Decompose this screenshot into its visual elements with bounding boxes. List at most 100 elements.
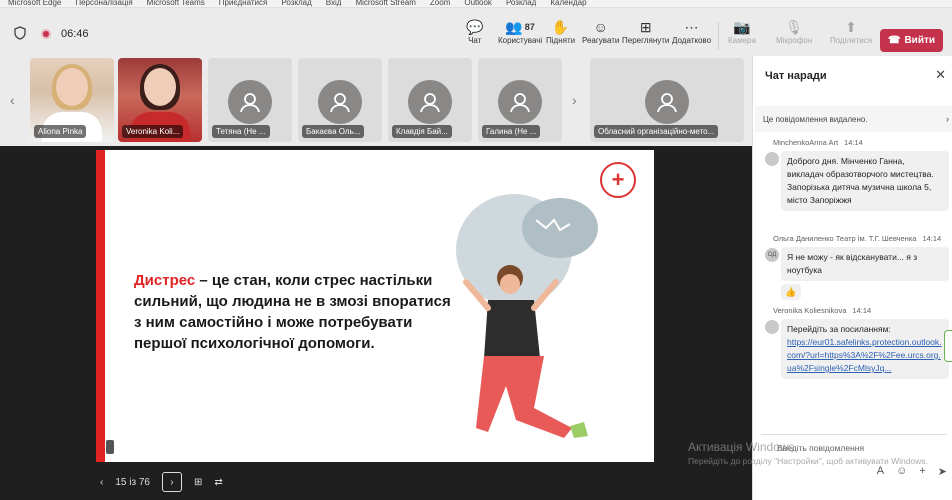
scroll-right-icon[interactable]: › bbox=[572, 92, 577, 108]
view-button[interactable]: ⊞ Переглянути bbox=[622, 18, 670, 46]
chevron-right-icon: › bbox=[170, 476, 174, 488]
more-button[interactable]: ⋯ Додатково bbox=[672, 18, 712, 46]
bookmark-item[interactable]: Календар bbox=[550, 0, 586, 7]
windows-activation-watermark: Активація Windows Перейдіть до розділу "… bbox=[688, 440, 928, 468]
participant-name: Veronika Koli... bbox=[122, 125, 184, 138]
bookmark-item[interactable]: Персоналізація bbox=[75, 0, 132, 7]
participant-tile[interactable]: Veronika Koli... bbox=[118, 58, 202, 142]
participant-tile[interactable]: Обласний організаційно-мето... bbox=[590, 58, 744, 142]
mic-button[interactable]: 🎙 Мікрофон bbox=[776, 18, 812, 46]
bookmark-item[interactable]: Microsoft Teams bbox=[147, 0, 205, 7]
participant-name: Тетяна (Не ... bbox=[212, 125, 270, 138]
message-author: Ольга Даниленко Театр ім. Т.Г. Шевченка bbox=[773, 234, 917, 243]
view-label: Переглянути bbox=[622, 36, 670, 45]
deleted-message-notice[interactable]: Це повідомлення видалено. › bbox=[755, 106, 952, 132]
participant-tile[interactable]: Галина (Не ... bbox=[478, 58, 562, 142]
message-author: MinchenkoAnna Art bbox=[773, 138, 839, 147]
chat-label: Чат bbox=[468, 36, 482, 45]
participant-name: Галина (Не ... bbox=[482, 125, 541, 138]
avatar bbox=[765, 152, 779, 166]
camera-button[interactable]: 📷 Камера bbox=[728, 18, 756, 46]
slide-accent-bar bbox=[96, 150, 105, 462]
people-label: Користувачі bbox=[498, 36, 543, 45]
participant-tile[interactable]: Бакаєва Оль... bbox=[298, 58, 382, 142]
bookmark-item[interactable]: Outlook bbox=[464, 0, 492, 7]
bookmark-item[interactable]: Приєднатися bbox=[219, 0, 268, 7]
bookmark-item[interactable]: Вхід bbox=[326, 0, 342, 7]
camera-label: Камера bbox=[728, 36, 756, 45]
message-time: 14:14 bbox=[844, 138, 863, 147]
chat-message: Ольга Даниленко Театр ім. Т.Г. Шевченка 1… bbox=[763, 234, 949, 300]
bookmark-item[interactable]: Microsoft Stream bbox=[355, 0, 415, 7]
react-button[interactable]: ☺ Реагувати bbox=[582, 18, 619, 45]
bookmark-item[interactable]: Microsoft Edge bbox=[8, 0, 61, 7]
participant-name: Aliona Pinka bbox=[34, 125, 87, 138]
share-button[interactable]: ⬆ Поділитися bbox=[830, 18, 873, 46]
bookmarks-bar: Microsoft Edge Персоналізація Microsoft Te… bbox=[0, 0, 952, 8]
participant-count: 87 bbox=[524, 22, 535, 32]
bookmark-item[interactable]: Zoom bbox=[430, 0, 450, 7]
close-icon[interactable]: ✕ bbox=[935, 67, 946, 83]
raise-hand-label: Підняти bbox=[546, 36, 576, 45]
bookmark-item[interactable]: Розклад bbox=[281, 0, 311, 7]
sync-icon[interactable]: ⇄ bbox=[214, 477, 222, 488]
scroll-left-icon[interactable]: ‹ bbox=[10, 92, 15, 108]
message-link[interactable]: https://eur01.safelinks.protection.outlo… bbox=[787, 336, 943, 375]
previous-slide-icon[interactable]: ‹ bbox=[100, 477, 103, 488]
message-body: Я не можу - як відсканувати... я з ноутб… bbox=[781, 247, 949, 281]
chat-message: MinchenkoAnna Art 14:14 Доброго дня. Мінч… bbox=[763, 138, 949, 211]
participant-name: Клавдія Бай... bbox=[392, 125, 452, 138]
watermark-line: Перейдіть до розділу "Настройки", щоб ак… bbox=[688, 456, 928, 466]
view-icon: ⊞ bbox=[639, 18, 652, 35]
person-icon bbox=[228, 80, 272, 124]
leave-label: Вийти bbox=[904, 35, 936, 46]
share-icon: ⬆ bbox=[845, 18, 857, 35]
mic-icon: 🎙 bbox=[785, 18, 804, 35]
message-time: 14:14 bbox=[852, 306, 872, 315]
meeting-timer: 06:46 bbox=[61, 28, 89, 40]
phone-hangup-icon: ☎ bbox=[887, 35, 901, 46]
watermark-title: Активація Windows bbox=[688, 440, 795, 454]
slide-page-indicator: 15 із 76 bbox=[115, 476, 150, 488]
more-icon: ⋯ bbox=[684, 18, 699, 35]
camera-icon: 📷 bbox=[733, 18, 751, 35]
bookmark-item[interactable]: Розклад bbox=[506, 0, 536, 7]
chat-icon: 💬 bbox=[466, 18, 484, 35]
chat-panel-title: Чат наради bbox=[765, 70, 827, 82]
person-icon bbox=[645, 80, 689, 124]
grid-view-icon[interactable]: ⊞ bbox=[194, 477, 202, 488]
next-slide-button[interactable]: › bbox=[161, 472, 182, 492]
send-icon[interactable]: ➤ bbox=[938, 465, 947, 478]
share-label: Поділитися bbox=[830, 36, 873, 45]
raise-hand-icon: ✋ bbox=[551, 18, 570, 35]
video-feed bbox=[56, 68, 88, 106]
chevron-right-icon: › bbox=[946, 114, 949, 124]
participant-name: Бакаєва Оль... bbox=[302, 125, 365, 138]
slide-text: Дистрес – це стан, коли стрес настільки … bbox=[134, 270, 454, 354]
participant-tile[interactable]: Клавдія Бай... bbox=[388, 58, 472, 142]
more-label: Додатково bbox=[672, 36, 712, 45]
leave-button[interactable]: ☎ Вийти bbox=[880, 29, 943, 52]
react-label: Реагувати bbox=[582, 36, 620, 45]
raise-hand-button[interactable]: ✋ Підняти bbox=[546, 18, 576, 46]
toolbar-divider bbox=[718, 22, 719, 50]
message-text: Перейдіть за посиланням: bbox=[787, 324, 891, 334]
participant-strip: ‹ Aliona Pinka Veronika Koli... Тетяна (… bbox=[0, 56, 752, 146]
message-body: Перейдіть за посиланням: https://eur01.s… bbox=[781, 319, 949, 379]
recording-indicator-icon bbox=[41, 29, 51, 39]
participant-tile[interactable]: Aliona Pinka bbox=[30, 58, 114, 142]
people-button[interactable]: 👥 87 Користувачі bbox=[498, 18, 543, 46]
stressed-person-illustration bbox=[456, 194, 598, 438]
participant-tile[interactable]: Тетяна (Не ... bbox=[208, 58, 292, 142]
side-panel-tab[interactable] bbox=[944, 330, 952, 362]
react-icon: ☺ bbox=[593, 19, 608, 35]
person-icon bbox=[498, 80, 542, 124]
reaction-badge[interactable]: 👍 bbox=[781, 284, 801, 300]
avatar: ОД bbox=[765, 248, 779, 262]
slide-scroll-handle[interactable] bbox=[106, 440, 114, 454]
person-icon bbox=[408, 80, 452, 124]
chat-button[interactable]: 💬 Чат bbox=[466, 18, 484, 46]
message-body: Доброго дня. Мінченко Ганна, викладач об… bbox=[781, 151, 949, 211]
avatar bbox=[765, 320, 779, 334]
meeting-chat-panel: Чат наради ✕ Це повідомлення видалено. ›… bbox=[752, 56, 952, 500]
